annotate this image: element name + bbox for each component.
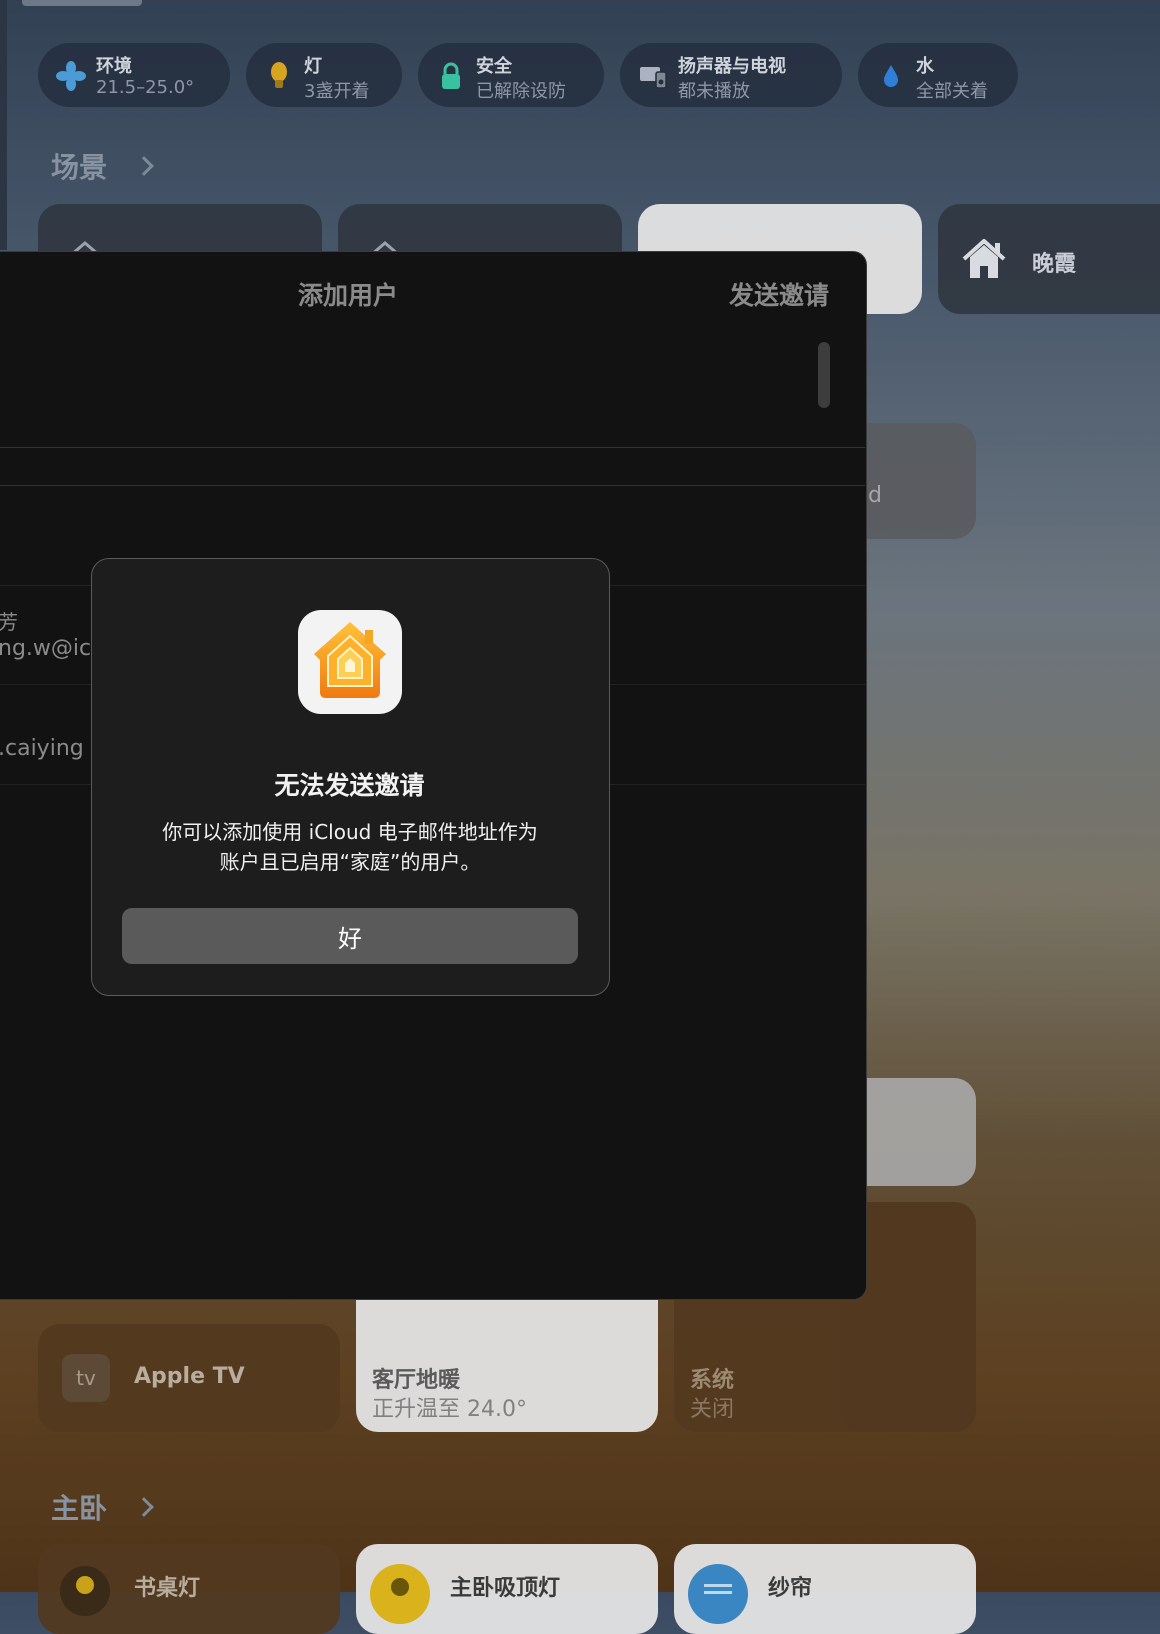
- alert-title: 无法发送邀请: [274, 771, 425, 800]
- pill-subtitle: 3盏开着: [304, 81, 370, 102]
- status-pill-lights[interactable]: 灯 3盏开着: [246, 43, 402, 107]
- contact-email[interactable]: ng.w@ic: [0, 636, 91, 661]
- send-invite-button[interactable]: 发送邀请: [729, 276, 829, 312]
- section-title-master-bedroom[interactable]: 主卧: [51, 1487, 107, 1527]
- accessory-tile-floor-heating[interactable]: 客厅地暖 正升温至 24.0°: [356, 1280, 658, 1432]
- pill-title: 环境: [96, 56, 132, 77]
- speaker-tv-icon: [640, 67, 667, 89]
- appletv-icon-text: tv: [76, 1366, 96, 1390]
- ceiling-light-icon: [370, 1564, 430, 1624]
- alert-message: 你可以添加使用 iCloud 电子邮件地址作为 账户且已启用“家庭”的用户。: [130, 817, 570, 877]
- status-pill-water[interactable]: 水 全部关着: [858, 43, 1018, 107]
- tile-partial-text: d: [868, 483, 882, 508]
- home-app-icon: [298, 610, 402, 714]
- accessory-name: 主卧吸顶灯: [450, 1576, 561, 1601]
- sheet-title: 添加用户: [298, 281, 399, 310]
- lightbulb-icon: [271, 62, 287, 88]
- home-title-partial: [22, 0, 142, 6]
- house-icon: [962, 239, 1006, 278]
- pill-title: 安全: [476, 56, 512, 77]
- accessory-tile-curtain[interactable]: 纱帘: [674, 1544, 976, 1634]
- accessory-name: Apple TV: [134, 1364, 245, 1389]
- accessory-tile-desk-lamp[interactable]: 书桌灯: [38, 1544, 340, 1634]
- pill-subtitle: 全部关着: [916, 81, 988, 102]
- scene-label: 晚霞: [1032, 252, 1077, 277]
- contact-email[interactable]: .caiying: [0, 736, 84, 761]
- accessory-tile-ceiling-light[interactable]: 主卧吸顶灯: [356, 1544, 658, 1634]
- fan-icon: [56, 61, 86, 91]
- accessory-tile-appletv[interactable]: tv Apple TV: [38, 1324, 340, 1432]
- pill-title: 灯: [304, 56, 322, 77]
- curtain-icon: [688, 1564, 748, 1624]
- section-title-scenes[interactable]: 场景: [51, 146, 107, 186]
- scrollbar[interactable]: [818, 342, 830, 408]
- accessory-name: 纱帘: [768, 1576, 813, 1601]
- scene-card-sunset[interactable]: 晚霞: [938, 204, 1160, 314]
- divider: [0, 485, 865, 486]
- water-drop-icon: [884, 65, 898, 87]
- appletv-icon: tv: [62, 1354, 110, 1402]
- pill-title: 水: [916, 56, 934, 77]
- divider: [0, 447, 865, 448]
- status-pill-speakers-tv[interactable]: 扬声器与电视 都未播放: [620, 43, 842, 107]
- pill-subtitle: 都未播放: [678, 81, 750, 102]
- accessory-name: 客厅地暖: [372, 1368, 461, 1393]
- pill-subtitle: 已解除设防: [476, 81, 566, 102]
- lamp-icon: [60, 1566, 110, 1616]
- accessory-name: 系统: [690, 1368, 735, 1393]
- alert-message-line: 账户且已启用“家庭”的用户。: [219, 850, 481, 874]
- accessory-status: 正升温至 24.0°: [372, 1397, 527, 1422]
- pill-title: 扬声器与电视: [678, 56, 786, 77]
- pill-subtitle: 21.5–25.0°: [96, 77, 195, 98]
- home-icon: [314, 622, 386, 698]
- accessory-status: 关闭: [690, 1397, 735, 1422]
- ok-button[interactable]: 好: [122, 908, 578, 964]
- status-pill-security[interactable]: 安全 已解除设防: [418, 43, 604, 107]
- sidebar-edge: [0, 0, 7, 250]
- contact-name: 芳: [0, 610, 18, 634]
- accessory-name: 书桌灯: [134, 1576, 201, 1601]
- lock-icon: [442, 62, 460, 89]
- status-pill-climate[interactable]: 环境 21.5–25.0°: [38, 43, 230, 107]
- alert-message-line: 你可以添加使用 iCloud 电子邮件地址作为: [162, 820, 538, 844]
